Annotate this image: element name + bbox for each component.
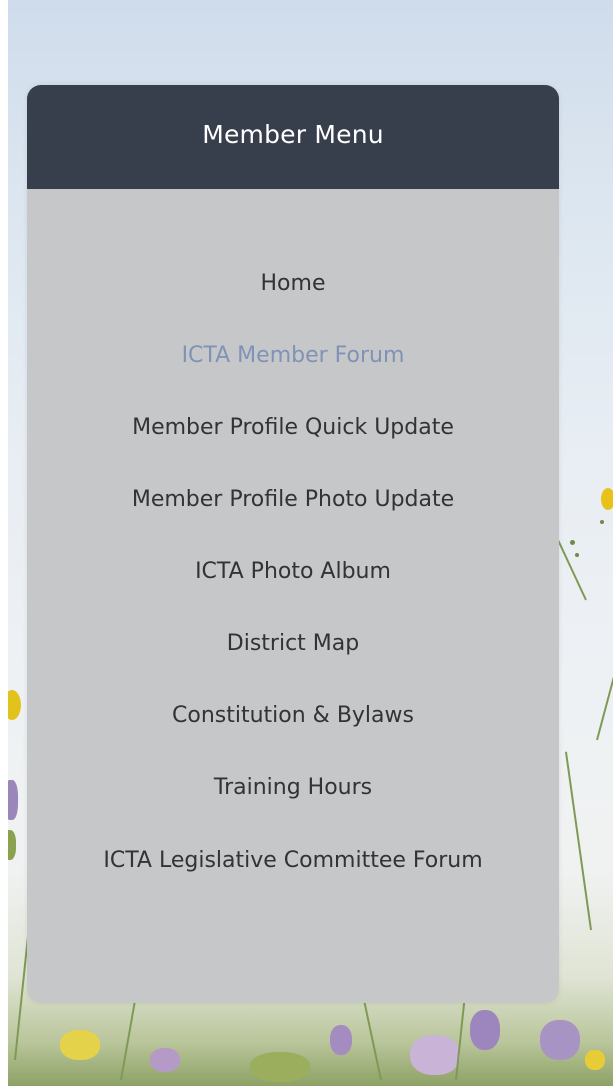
menu-title: Member Menu [202, 119, 384, 149]
menu-link-member-profile-photo-update[interactable]: Member Profile Photo Update [27, 481, 559, 519]
menu-link-district-map[interactable]: District Map [27, 625, 559, 663]
member-menu-panel: Member Menu Home ICTA Member Forum Membe… [27, 85, 559, 1003]
list-item: ICTA Member Forum [27, 337, 559, 375]
list-item: Home [27, 265, 559, 303]
menu-list: Home ICTA Member Forum Member Profile Qu… [27, 265, 559, 915]
list-item: Constitution & Bylaws [27, 697, 559, 735]
list-item: Training Hours [27, 769, 559, 807]
list-item: Member Profile Photo Update [27, 481, 559, 519]
menu-link-icta-member-forum[interactable]: ICTA Member Forum [27, 337, 559, 375]
list-item: ICTA Legislative Committee Forum [27, 841, 559, 881]
menu-link-training-hours[interactable]: Training Hours [27, 769, 559, 807]
list-item: District Map [27, 625, 559, 663]
menu-link-icta-legislative-committee-forum[interactable]: ICTA Legislative Committee Forum [27, 841, 559, 881]
list-item: Member Profile Quick Update [27, 409, 559, 447]
list-item: ICTA Photo Album [27, 553, 559, 591]
menu-link-constitution-bylaws[interactable]: Constitution & Bylaws [27, 697, 559, 735]
menu-link-home[interactable]: Home [27, 265, 559, 303]
menu-link-member-profile-quick-update[interactable]: Member Profile Quick Update [27, 409, 559, 447]
page-left-edge [0, 0, 8, 1086]
menu-header: Member Menu [27, 85, 559, 189]
menu-link-icta-photo-album[interactable]: ICTA Photo Album [27, 553, 559, 591]
